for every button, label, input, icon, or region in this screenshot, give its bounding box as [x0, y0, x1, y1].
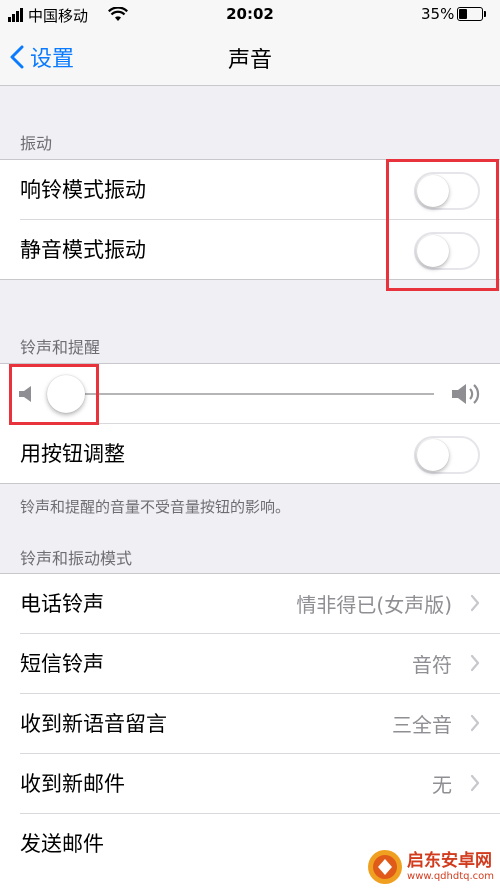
ringer-footnote: 铃声和提醒的音量不受音量按钮的影响。 [20, 498, 291, 516]
new-voicemail-row[interactable]: 收到新语音留言 三全音 [0, 694, 500, 754]
text-tone-row[interactable]: 短信铃声 音符 [0, 634, 500, 694]
chevron-right-icon [470, 714, 480, 732]
row-label: 响铃模式振动 [20, 178, 146, 202]
speaker-high-icon [452, 384, 480, 404]
volume-slider-track[interactable] [66, 393, 434, 395]
watermark: 启东安卓网 www.qdhdtq.com [367, 849, 494, 885]
chevron-right-icon [470, 654, 480, 672]
chevron-right-icon [470, 594, 480, 612]
row-value: 情非得已(女声版) [296, 593, 452, 617]
row-label: 用按钮调整 [20, 442, 125, 466]
change-with-buttons-row: 用按钮调整 [0, 424, 500, 484]
vibrate-toggles-highlight [386, 159, 499, 291]
page-title: 声音 [227, 48, 272, 73]
section-header-ringer: 铃声和提醒 [20, 338, 101, 357]
section-header-vibrate: 振动 [20, 134, 53, 153]
watermark-logo-icon [368, 850, 403, 884]
patterns-group: 电话铃声 情非得已(女声版) 短信铃声 音符 收到新语音留言 三全音 收到新邮件… [0, 573, 500, 889]
row-value: 无 [432, 773, 452, 797]
watermark-title: 启东安卓网 [407, 851, 493, 872]
change-with-buttons-toggle[interactable] [414, 436, 480, 474]
row-label: 短信铃声 [20, 652, 104, 676]
row-label: 收到新语音留言 [20, 712, 167, 736]
section-header-patterns: 铃声和振动模式 [20, 549, 133, 568]
ringtone-row[interactable]: 电话铃声 情非得已(女声版) [0, 574, 500, 634]
navigation-bar: 设置 声音 [0, 30, 500, 86]
row-value: 音符 [412, 653, 452, 677]
status-bar: 中国移动 20:02 35% [0, 0, 500, 30]
volume-slider-highlight [9, 364, 99, 425]
row-label: 静音模式振动 [20, 238, 146, 262]
row-value: 三全音 [392, 713, 452, 737]
battery-icon [457, 7, 486, 21]
row-label: 发送邮件 [20, 832, 104, 856]
new-mail-row[interactable]: 收到新邮件 无 [0, 754, 500, 814]
row-label: 收到新邮件 [20, 772, 125, 796]
chevron-right-icon [470, 774, 480, 792]
row-label: 电话铃声 [20, 592, 104, 616]
battery-percent: 35% [421, 5, 455, 23]
watermark-url: www.qdhdtq.com [407, 870, 494, 882]
